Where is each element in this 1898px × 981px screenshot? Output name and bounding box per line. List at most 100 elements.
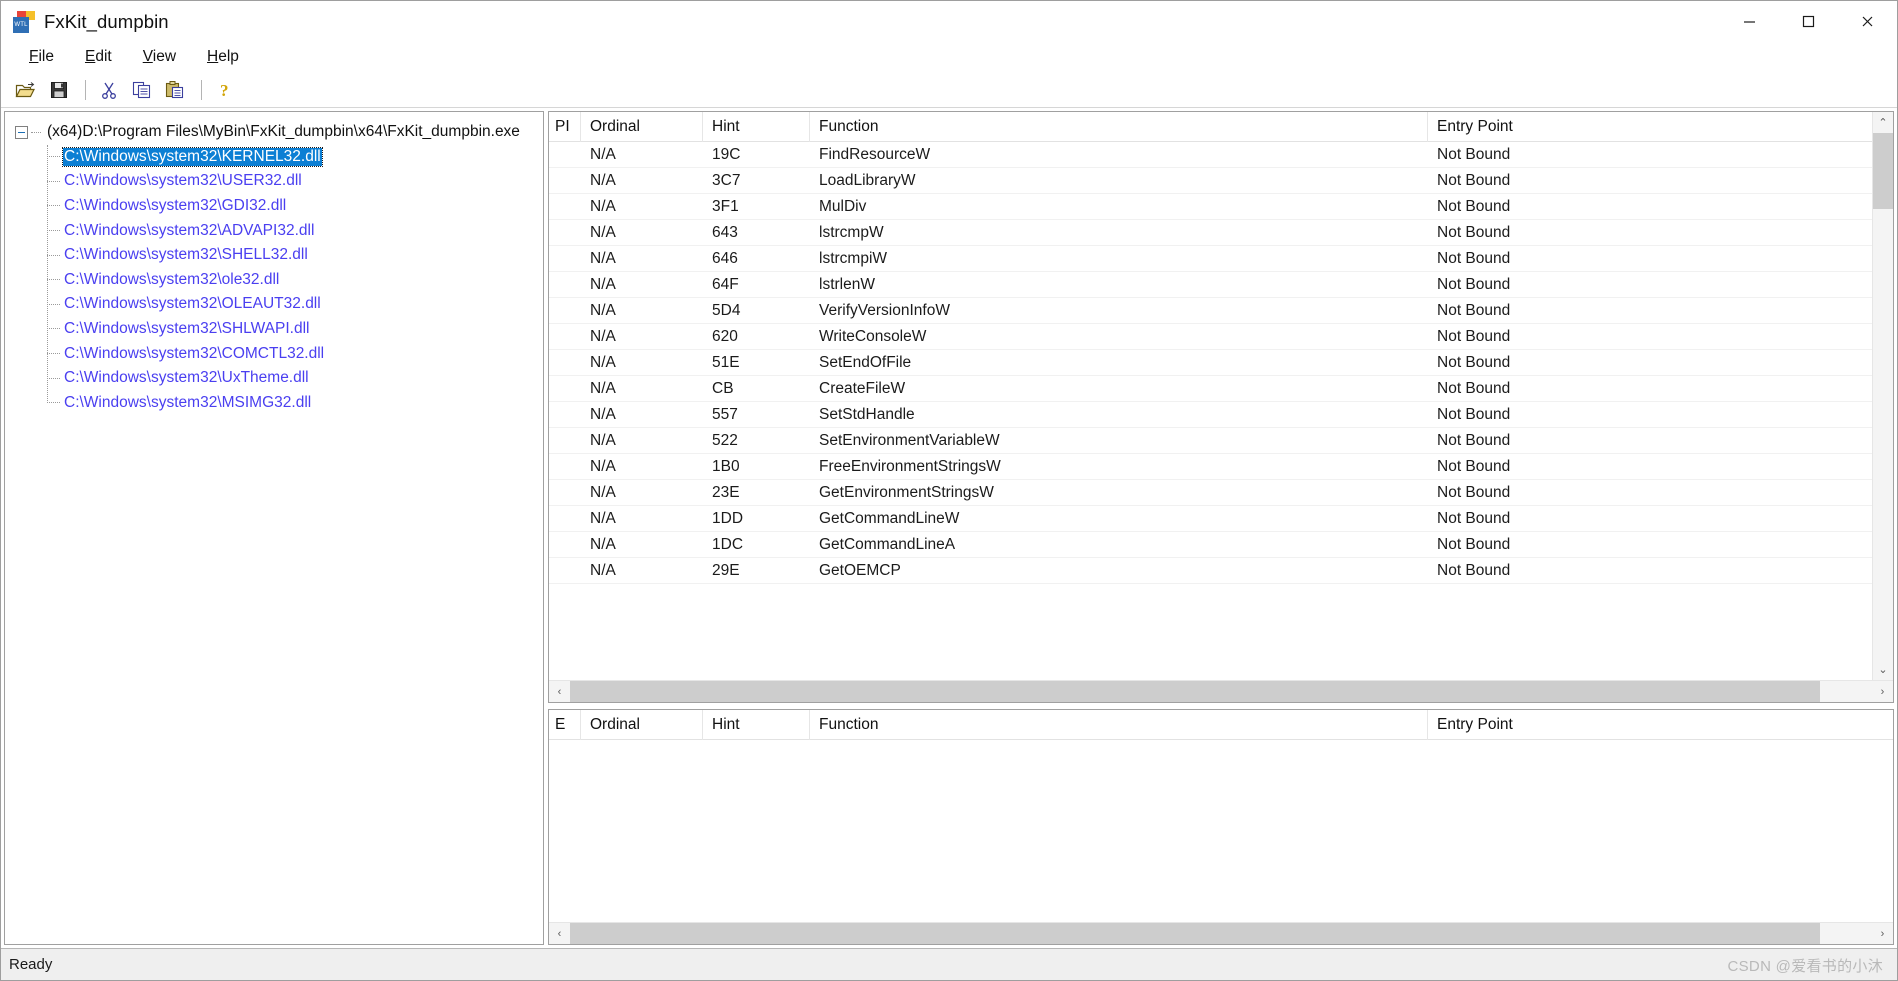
imports-list-panel[interactable]: PI Ordinal Hint Function Entry Point N/A… [548,111,1894,703]
cell-entry_point: Not Bound [1437,275,1511,293]
cell-function: lstrcmpW [819,223,884,241]
tree-item-advapi32[interactable]: C:\Windows\system32\ADVAPI32.dll [15,218,543,243]
cell-hint: 557 [712,405,738,423]
imports-col-pi[interactable]: PI [549,112,581,142]
window-controls [1720,1,1897,42]
tree-item-label: C:\Windows\system32\OLEAUT32.dll [64,295,321,313]
cell-function: GetCommandLineA [819,535,956,553]
imports-vertical-scrollbar[interactable]: ⌃ ⌄ [1872,112,1893,680]
exports-col-function[interactable]: Function [810,710,1428,740]
table-row[interactable]: N/A 3C7 LoadLibraryW Not Bound [549,168,1872,194]
cell-hint: CB [712,379,734,397]
open-icon[interactable] [11,76,41,104]
tree-branch-connector [47,328,60,330]
tree-item-ole32[interactable]: C:\Windows\system32\ole32.dll [15,267,543,292]
module-tree-pane[interactable]: (x64)D:\Program Files\MyBin\FxKit_dumpbi… [4,111,544,945]
collapse-icon[interactable] [15,125,28,139]
cell-hint: 643 [712,223,738,241]
close-button[interactable] [1838,1,1897,42]
menu-edit[interactable]: Edit [71,45,126,69]
copy-icon[interactable] [127,76,157,104]
scroll-right-icon[interactable]: › [1872,681,1893,703]
tree-connector [31,131,41,133]
scroll-left-icon[interactable]: ‹ [549,681,570,703]
imports-col-entrypoint[interactable]: Entry Point [1428,112,1668,142]
tree-branch-connector [47,205,60,207]
table-row[interactable]: N/A 557 SetStdHandle Not Bound [549,402,1872,428]
exports-hscroll-thumb[interactable] [570,922,1820,944]
imports-col-hint[interactable]: Hint [703,112,810,142]
cell-entry_point: Not Bound [1437,327,1511,345]
cell-ordinal: N/A [590,275,616,293]
menu-file[interactable]: File [15,45,68,69]
tree-branch-connector [47,254,60,256]
tree-branch-connector [47,303,60,305]
exports-col-hint[interactable]: Hint [703,710,810,740]
cell-function: GetOEMCP [819,561,901,579]
table-row[interactable]: N/A 643 lstrcmpW Not Bound [549,220,1872,246]
cell-hint: 1DC [712,535,744,553]
save-icon[interactable] [44,76,74,104]
tree-item-label: C:\Windows\system32\MSIMG32.dll [64,393,312,411]
tree-item-uxtheme[interactable]: C:\Windows\system32\UxTheme.dll [15,366,543,391]
table-row[interactable]: N/A CB CreateFileW Not Bound [549,376,1872,402]
tree-item-shlwapi[interactable]: C:\Windows\system32\SHLWAPI.dll [15,317,543,342]
table-row[interactable]: N/A 51E SetEndOfFile Not Bound [549,350,1872,376]
exports-hscroll-track[interactable] [570,922,1872,944]
imports-vscroll-thumb[interactable] [1872,133,1893,209]
table-row[interactable]: N/A 1B0 FreeEnvironmentStringsW Not Bound [549,454,1872,480]
imports-rows: N/A 19C FindResourceW Not Bound N/A 3C7 LoadLi… [549,142,1872,680]
scroll-up-icon[interactable]: ⌃ [1873,112,1894,133]
imports-col-ordinal[interactable]: Ordinal [581,112,703,142]
exports-list-main: E Ordinal Hint Function Entry Point [549,710,1893,922]
imports-col-function[interactable]: Function [810,112,1428,142]
minimize-button[interactable] [1720,1,1779,42]
table-row[interactable]: N/A 646 lstrcmpiW Not Bound [549,246,1872,272]
tree-item-shell32[interactable]: C:\Windows\system32\SHELL32.dll [15,243,543,268]
table-row[interactable]: N/A 19C FindResourceW Not Bound [549,142,1872,168]
exports-col-e[interactable]: E [549,710,581,740]
menu-help[interactable]: Help [193,45,253,69]
cell-hint: 3F1 [712,197,739,215]
tree-item-kernel32[interactable]: C:\Windows\system32\KERNEL32.dll [15,145,543,170]
cell-entry_point: Not Bound [1437,483,1511,501]
imports-horizontal-scrollbar[interactable]: ‹ › [549,680,1893,702]
table-row[interactable]: N/A 23E GetEnvironmentStringsW Not Bound [549,480,1872,506]
tree-branch-connector [47,180,60,182]
table-row[interactable]: N/A 620 WriteConsoleW Not Bound [549,324,1872,350]
scroll-down-icon[interactable]: ⌄ [1873,659,1894,680]
maximize-button[interactable] [1779,1,1838,42]
table-row[interactable]: N/A 3F1 MulDiv Not Bound [549,194,1872,220]
scroll-left-icon[interactable]: ‹ [549,923,570,945]
table-row[interactable]: N/A 64F lstrlenW Not Bound [549,272,1872,298]
tree-item-comctl32[interactable]: C:\Windows\system32\COMCTL32.dll [15,341,543,366]
imports-vscroll-track[interactable] [1872,133,1893,659]
menu-view[interactable]: View [129,45,190,69]
tree-item-gdi32[interactable]: C:\Windows\system32\GDI32.dll [15,194,543,219]
table-row[interactable]: N/A 5D4 VerifyVersionInfoW Not Bound [549,298,1872,324]
cell-function: lstrcmpiW [819,249,888,267]
imports-hscroll-track[interactable] [570,680,1872,702]
tree-item-user32[interactable]: C:\Windows\system32\USER32.dll [15,169,543,194]
scroll-right-icon[interactable]: › [1872,923,1893,945]
tree-item-oleaut32[interactable]: C:\Windows\system32\OLEAUT32.dll [15,292,543,317]
table-row[interactable]: N/A 1DD GetCommandLineW Not Bound [549,506,1872,532]
exports-col-entrypoint[interactable]: Entry Point [1428,710,1668,740]
help-icon[interactable]: ? [210,76,240,104]
table-row[interactable]: N/A 29E GetOEMCP Not Bound [549,558,1872,584]
exports-col-ordinal[interactable]: Ordinal [581,710,703,740]
table-row[interactable]: N/A 1DC GetCommandLineA Not Bound [549,532,1872,558]
paste-icon[interactable] [160,76,190,104]
imports-list-main: PI Ordinal Hint Function Entry Point N/A… [549,112,1872,680]
imports-hscroll-thumb[interactable] [570,680,1820,702]
table-row[interactable]: N/A 522 SetEnvironmentVariableW Not Bound [549,428,1872,454]
tree-root-row[interactable]: (x64)D:\Program Files\MyBin\FxKit_dumpbi… [15,120,543,145]
app-window: WTL FxKit_dumpbin File Edit View Help ? … [0,0,1898,981]
exports-horizontal-scrollbar[interactable]: ‹ › [549,922,1893,944]
tree-branch-connector [47,230,60,232]
cut-icon[interactable] [94,76,124,104]
cell-entry_point: Not Bound [1437,353,1511,371]
tree-item-msimg32[interactable]: C:\Windows\system32\MSIMG32.dll [15,390,543,415]
exports-list-panel[interactable]: E Ordinal Hint Function Entry Point ‹ › [548,709,1894,945]
cell-entry_point: Not Bound [1437,379,1511,397]
